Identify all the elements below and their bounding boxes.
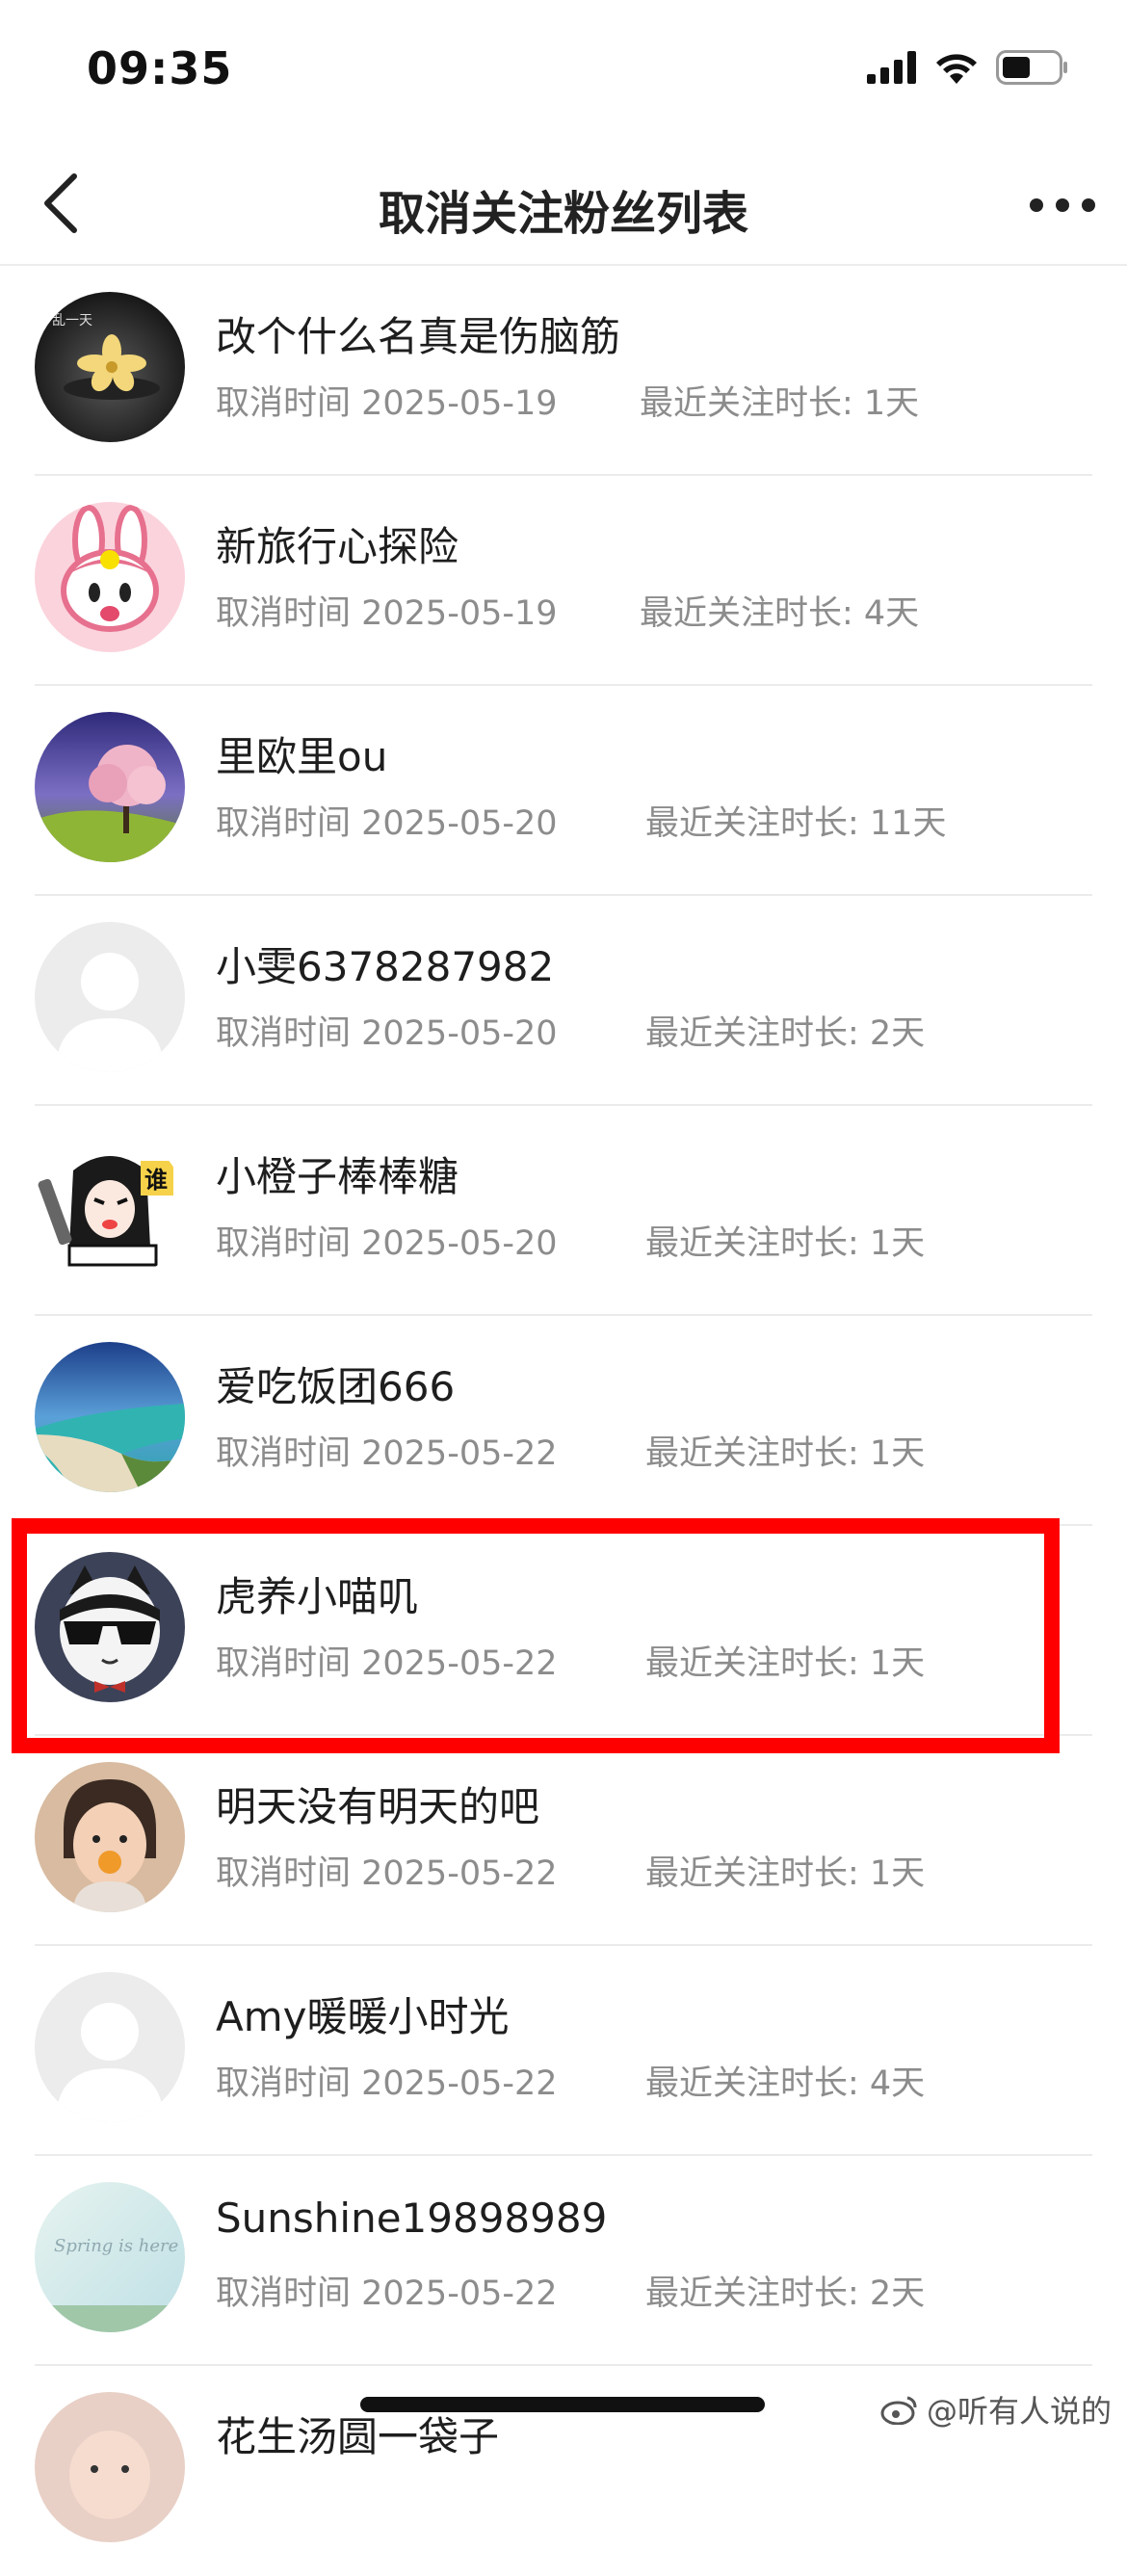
unfollow-time: 取消时间 2025-05-22 [216, 1854, 558, 1893]
list-item[interactable]: Amy暖暖小时光 取消时间 2025-05-22 最近关注时长: 4天 [0, 1946, 1127, 2156]
nav-bar: 取消关注粉丝列表 [0, 145, 1127, 266]
avatar[interactable]: 谁 [35, 1132, 185, 1282]
follow-duration: 最近关注时长: 4天 [645, 2064, 926, 2103]
avatar[interactable] [35, 1552, 185, 1702]
unfollow-time: 取消时间 2025-05-20 [216, 1224, 558, 1263]
list-item[interactable]: 爱吃饭团666 取消时间 2025-05-22 最近关注时长: 1天 [0, 1316, 1127, 1526]
watermark-text: @听有人说的 [926, 2393, 1112, 2430]
list-item[interactable]: 乱一天 改个什么名真是伤脑筋 取消时间 2025-05-19 最近关注时长: 1… [0, 266, 1127, 476]
more-dots-icon [1030, 198, 1095, 212]
avatar[interactable] [35, 502, 185, 652]
user-name: 小橙子棒棒糖 [216, 1153, 459, 1200]
home-indicator[interactable] [360, 2397, 765, 2412]
page-title: 取消关注粉丝列表 [378, 187, 748, 241]
wifi-icon [934, 51, 979, 88]
follow-duration: 最近关注时长: 11天 [645, 804, 947, 843]
svg-text:乱一天: 乱一天 [52, 313, 92, 329]
follow-duration: 最近关注时长: 1天 [645, 1854, 926, 1893]
follow-duration: 最近关注时长: 2天 [645, 2274, 926, 2313]
follow-duration: 最近关注时长: 2天 [645, 1014, 926, 1053]
avatar[interactable]: 乱一天 [35, 292, 185, 442]
user-name: 新旅行心探险 [216, 523, 459, 570]
cellular-signal-icon [867, 51, 917, 88]
user-name: 小雯6378287982 [216, 943, 555, 990]
user-name: 里欧里ou [216, 733, 388, 780]
avatar-text: Spring is here [54, 2236, 178, 2256]
user-name: Sunshine19898989 [216, 2195, 608, 2242]
user-name: 爱吃饭团666 [216, 1363, 456, 1410]
avatar[interactable] [35, 1972, 185, 2122]
user-name: Amy暖暖小时光 [216, 1993, 510, 2040]
avatar[interactable]: Spring is here [35, 2182, 185, 2332]
unfollow-time: 取消时间 2025-05-19 [216, 384, 558, 423]
follow-duration: 最近关注时长: 4天 [640, 594, 920, 633]
unfollow-time: 取消时间 2025-05-19 [216, 594, 558, 633]
list-item[interactable]: 新旅行心探险 取消时间 2025-05-19 最近关注时长: 4天 [0, 476, 1127, 686]
battery-icon [996, 50, 1069, 89]
user-name: 改个什么名真是伤脑筋 [216, 313, 621, 360]
avatar[interactable] [35, 1762, 185, 1912]
unfollow-time: 取消时间 2025-05-22 [216, 1434, 558, 1473]
follow-duration: 最近关注时长: 1天 [640, 384, 920, 423]
user-name: 虎养小喵叽 [216, 1573, 419, 1620]
avatar[interactable] [35, 2392, 185, 2542]
weibo-logo-icon [880, 2396, 917, 2425]
svg-text:谁: 谁 [144, 1167, 168, 1194]
status-icons [867, 50, 1069, 89]
status-time: 09:35 [87, 42, 233, 94]
watermark: @听有人说的 [880, 2387, 1112, 2431]
follow-duration: 最近关注时长: 1天 [645, 1224, 926, 1263]
follow-duration: 最近关注时长: 1天 [645, 1644, 926, 1683]
list-item[interactable]: 里欧里ou 取消时间 2025-05-20 最近关注时长: 11天 [0, 686, 1127, 896]
list-item[interactable]: Spring is here Sunshine19898989 取消时间 202… [0, 2156, 1127, 2366]
avatar[interactable] [35, 922, 185, 1072]
unfollow-time: 取消时间 2025-05-22 [216, 2274, 558, 2313]
list-item[interactable]: 谁 小橙子棒棒糖 取消时间 2025-05-20 最近关注时长: 1天 [0, 1106, 1127, 1316]
unfollow-list: 乱一天 改个什么名真是伤脑筋 取消时间 2025-05-19 最近关注时长: 1… [0, 266, 1127, 2576]
unfollow-time: 取消时间 2025-05-20 [216, 804, 558, 843]
user-name: 花生汤圆一袋子 [216, 2413, 500, 2460]
more-button[interactable] [1019, 171, 1106, 239]
unfollow-time: 取消时间 2025-05-20 [216, 1014, 558, 1053]
follow-duration: 最近关注时长: 1天 [645, 1434, 926, 1473]
unfollow-time: 取消时间 2025-05-22 [216, 2064, 558, 2103]
unfollow-time: 取消时间 2025-05-22 [216, 1644, 558, 1683]
avatar[interactable] [35, 1342, 185, 1492]
list-item[interactable]: 明天没有明天的吧 取消时间 2025-05-22 最近关注时长: 1天 [0, 1736, 1127, 1946]
list-item[interactable]: 小雯6378287982 取消时间 2025-05-20 最近关注时长: 2天 [0, 896, 1127, 1106]
list-item-highlighted[interactable]: 虎养小喵叽 取消时间 2025-05-22 最近关注时长: 1天 [0, 1526, 1127, 1736]
avatar[interactable] [35, 712, 185, 862]
user-name: 明天没有明天的吧 [216, 1783, 540, 1830]
status-bar: 09:35 [0, 0, 1127, 145]
